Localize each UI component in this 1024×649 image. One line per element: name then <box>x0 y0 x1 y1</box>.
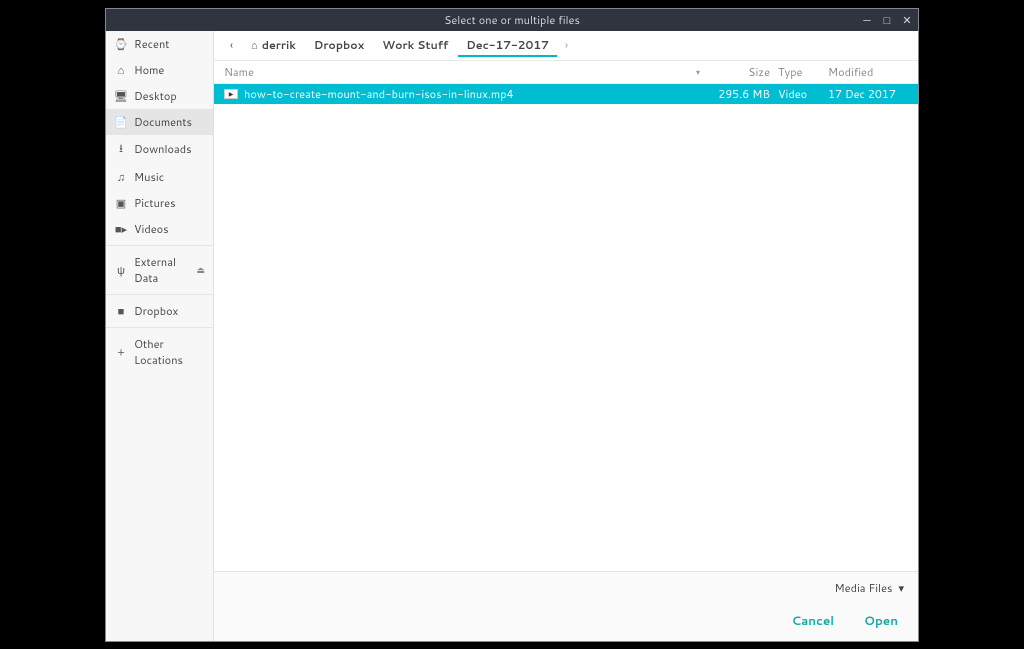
pictures-icon: ▣ <box>114 195 128 211</box>
sidebar-item-label: Desktop <box>134 88 205 104</box>
forward-button[interactable]: › <box>559 35 574 55</box>
file-chooser-window: Select one or multiple files — □ ✕ ⌚ Rec… <box>105 8 919 642</box>
breadcrumb-label: derrik <box>262 37 296 53</box>
sidebar-item-home[interactable]: ⌂ Home <box>106 57 213 83</box>
breadcrumb-current[interactable]: Dec-17-2017 <box>458 33 557 57</box>
dialog-body: ⌚ Recent ⌂ Home 🖥 Desktop 📄 Documents ⭳ … <box>106 31 918 641</box>
sidebar-item-external[interactable]: ψ External Data ⏏ <box>106 249 213 291</box>
sidebar-item-label: Pictures <box>134 195 205 211</box>
sidebar-item-videos[interactable]: ■▸ Videos <box>106 216 213 242</box>
column-name[interactable]: Name▾ <box>224 64 708 80</box>
column-type[interactable]: Type <box>778 64 828 80</box>
sidebar-item-label: External Data <box>134 254 190 286</box>
open-button[interactable]: Open <box>864 612 898 629</box>
sidebar-separator <box>106 245 213 246</box>
document-icon: 📄 <box>114 114 128 130</box>
usb-icon: ψ <box>114 262 128 278</box>
file-name: how-to-create-mount-and-burn-isos-in-lin… <box>244 86 708 102</box>
file-row[interactable]: ▶ how-to-create-mount-and-burn-isos-in-l… <box>214 84 918 104</box>
desktop-icon: 🖥 <box>114 88 128 104</box>
main-pane: ‹ ⌂derrik Dropbox Work Stuff Dec-17-2017… <box>214 31 918 641</box>
sidebar-item-label: Dropbox <box>134 303 205 319</box>
home-icon: ⌂ <box>114 62 128 78</box>
column-modified[interactable]: Modified <box>828 64 908 80</box>
folder-icon: ■ <box>114 303 128 319</box>
file-type: Video <box>778 86 828 102</box>
download-icon: ⭳ <box>114 140 128 159</box>
file-modified: 17 Dec 2017 <box>828 86 908 102</box>
sidebar-item-documents[interactable]: 📄 Documents <box>106 109 213 135</box>
window-controls: — □ ✕ <box>860 12 914 28</box>
clock-icon: ⌚ <box>114 36 128 52</box>
cancel-button[interactable]: Cancel <box>792 612 835 629</box>
music-icon: ♫ <box>114 169 128 185</box>
bottom-bar: Media Files ▾ Cancel Open <box>214 571 918 641</box>
column-size[interactable]: Size <box>708 64 778 80</box>
video-icon: ■▸ <box>114 221 128 237</box>
eject-icon[interactable]: ⏏ <box>196 263 205 276</box>
sidebar-item-downloads[interactable]: ⭳ Downloads <box>106 135 213 164</box>
breadcrumb[interactable]: Work Stuff <box>374 33 456 57</box>
sidebar-item-pictures[interactable]: ▣ Pictures <box>106 190 213 216</box>
sidebar-item-label: Downloads <box>134 141 205 157</box>
minimize-icon[interactable]: — <box>860 12 874 28</box>
filter-bar: Media Files ▾ <box>214 572 918 604</box>
file-size: 295.6 MB <box>708 86 778 102</box>
sidebar-separator <box>106 327 213 328</box>
back-button[interactable]: ‹ <box>222 35 241 55</box>
sidebar-item-label: Music <box>134 169 205 185</box>
sidebar-item-desktop[interactable]: 🖥 Desktop <box>106 83 213 109</box>
titlebar[interactable]: Select one or multiple files — □ ✕ <box>106 9 918 31</box>
sidebar-item-label: Documents <box>134 114 205 130</box>
breadcrumb-home[interactable]: ⌂derrik <box>243 33 304 57</box>
sort-indicator-icon: ▾ <box>696 66 700 78</box>
sidebar-separator <box>106 294 213 295</box>
button-bar: Cancel Open <box>214 604 918 641</box>
sidebar-item-label: Other Locations <box>134 336 205 368</box>
window-title: Select one or multiple files <box>444 12 580 28</box>
maximize-icon[interactable]: □ <box>880 12 894 28</box>
pathbar: ‹ ⌂derrik Dropbox Work Stuff Dec-17-2017… <box>214 31 918 61</box>
filter-dropdown[interactable]: Media Files ▾ <box>835 580 904 596</box>
sidebar-item-label: Videos <box>134 221 205 237</box>
sidebar-item-label: Home <box>134 62 205 78</box>
close-icon[interactable]: ✕ <box>900 12 914 28</box>
sidebar-item-label: Recent <box>134 36 205 52</box>
file-list[interactable]: ▶ how-to-create-mount-and-burn-isos-in-l… <box>214 84 918 571</box>
sidebar-item-recent[interactable]: ⌚ Recent <box>106 31 213 57</box>
video-file-icon: ▶ <box>224 89 238 99</box>
plus-icon: + <box>114 344 128 360</box>
sidebar-item-other-locations[interactable]: + Other Locations <box>106 331 213 373</box>
column-headers: Name▾ Size Type Modified <box>214 61 918 84</box>
sidebar-item-music[interactable]: ♫ Music <box>106 164 213 190</box>
sidebar: ⌚ Recent ⌂ Home 🖥 Desktop 📄 Documents ⭳ … <box>106 31 214 641</box>
breadcrumb[interactable]: Dropbox <box>306 33 372 57</box>
home-icon: ⌂ <box>251 37 258 53</box>
sidebar-item-dropbox[interactable]: ■ Dropbox <box>106 298 213 324</box>
